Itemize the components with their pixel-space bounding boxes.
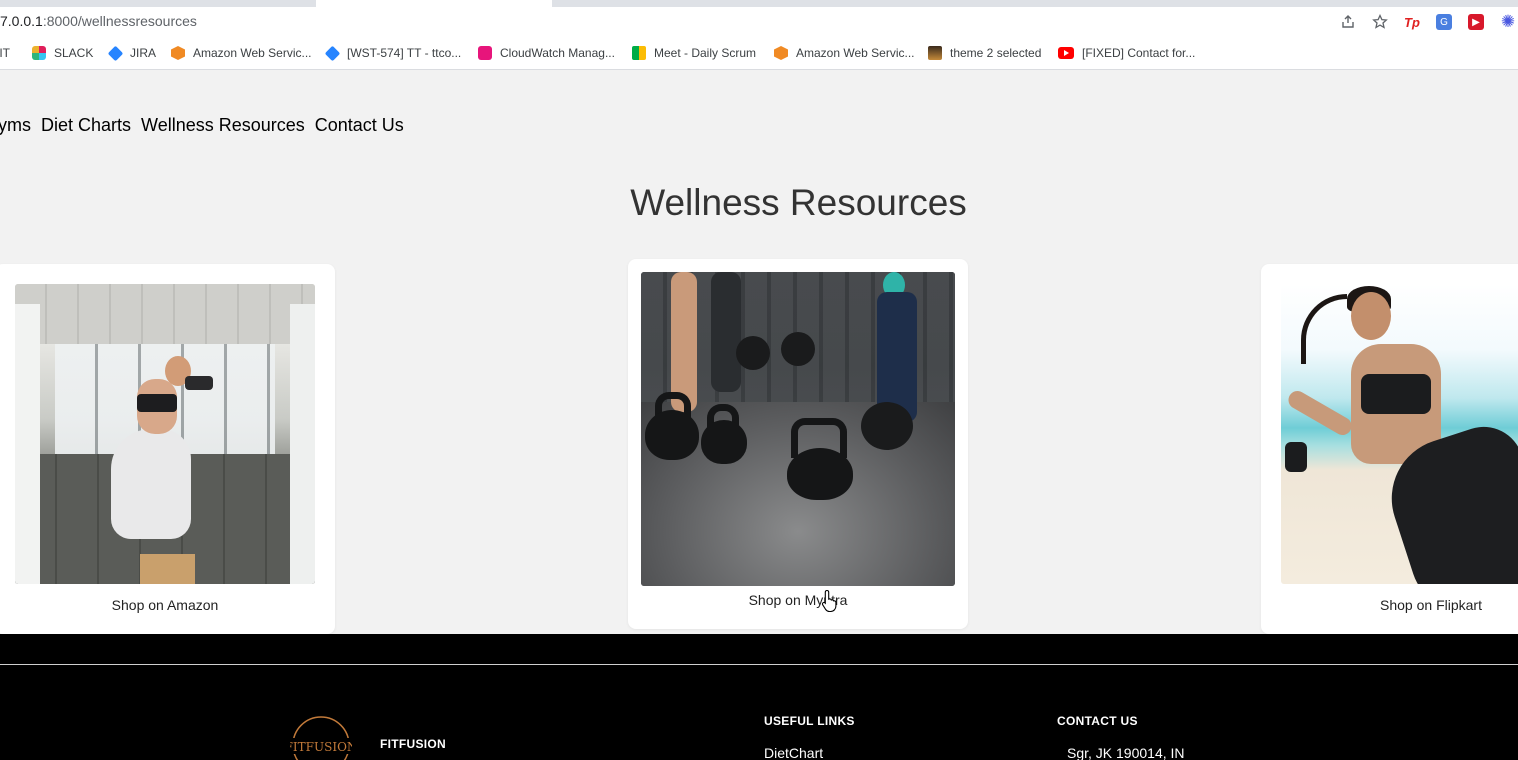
tp-extension-icon[interactable]: Tp [1402, 12, 1422, 32]
hand-cursor-icon [821, 589, 837, 613]
cloudwatch-icon [478, 46, 492, 60]
svg-text:FITFUSION: FITFUSION [290, 740, 352, 754]
gym-squat-image [15, 284, 315, 584]
useful-links-heading: USEFUL LINKS [764, 714, 855, 728]
nav-gyms[interactable]: yms [0, 115, 31, 136]
jira-icon [324, 45, 341, 61]
tab-strip [0, 0, 1518, 7]
footer-brand: FITFUSION [380, 737, 447, 751]
bookmark-aws-2[interactable]: Amazon Web Servic... [774, 45, 915, 61]
nav-diet-charts[interactable]: Diet Charts [41, 115, 131, 136]
card-caption-amazon[interactable]: Shop on Amazon [0, 597, 335, 613]
bookmark-aws-1[interactable]: Amazon Web Servic... [171, 45, 312, 61]
slack-icon [32, 46, 46, 60]
footer-link-dietchart[interactable]: DietChart [764, 745, 823, 760]
contact-us-heading: CONTACT US [1057, 714, 1138, 728]
jira-icon [107, 45, 124, 61]
bookmark-meet[interactable]: Meet - Daily Scrum [632, 45, 756, 61]
aws-icon [171, 46, 185, 60]
theme-icon [928, 46, 942, 60]
footer-divider [0, 664, 1518, 665]
youtube-icon [1058, 47, 1074, 59]
active-tab[interactable] [316, 0, 552, 7]
card-caption-myntra[interactable]: Shop on Myntra [628, 592, 968, 608]
bookmark-cloudwatch[interactable]: CloudWatch Manag... [478, 45, 615, 61]
main-nav: yms Diet Charts Wellness Resources Conta… [0, 115, 414, 136]
bookmark-star-icon[interactable] [1370, 12, 1390, 32]
beach-kick-image [1281, 284, 1518, 584]
fitfusion-logo: FITFUSION [290, 716, 352, 760]
google-meet-icon [632, 46, 646, 60]
aws-icon [774, 46, 788, 60]
share-icon[interactable] [1338, 12, 1358, 32]
page-title: Wellness Resources [630, 182, 967, 223]
translate-extension-icon[interactable]: G [1434, 12, 1454, 32]
bookmarks-bar: GIT SLACK JIRA Amazon Web Servic... [WST… [0, 37, 1518, 70]
bookmark-fixed-contact[interactable]: [FIXED] Contact for... [1058, 45, 1195, 61]
nav-contact-us[interactable]: Contact Us [315, 115, 404, 136]
resource-card-flipkart[interactable]: Shop on Flipkart [1261, 264, 1518, 634]
kettlebells-image [641, 272, 955, 586]
contact-address: Sgr, JK 190014, IN [1067, 745, 1185, 760]
address-bar[interactable]: 7.0.0.1:8000/wellnessresources [0, 13, 197, 29]
resource-card-myntra[interactable]: Shop on Myntra [628, 259, 968, 629]
resource-card-amazon[interactable]: Shop on Amazon [0, 264, 335, 634]
url-host: 7.0.0.1 [0, 13, 43, 29]
red-extension-icon[interactable]: ▶ [1466, 12, 1486, 32]
bookmark-wst-574[interactable]: [WST-574] TT - ttco... [324, 45, 461, 61]
nav-wellness-resources[interactable]: Wellness Resources [141, 115, 305, 136]
bookmark-theme[interactable]: theme 2 selected [928, 45, 1041, 61]
url-path: :8000/wellnessresources [42, 13, 197, 29]
site-footer: FITFUSION FITFUSION USEFUL LINKS DietCha… [0, 634, 1518, 760]
bookmark-jira[interactable]: JIRA [107, 45, 156, 61]
gear-extension-icon[interactable]: ✺ [1498, 12, 1518, 32]
browser-toolbar: 7.0.0.1:8000/wellnessresources Tp G ▶ ✺ [0, 7, 1518, 37]
card-caption-flipkart[interactable]: Shop on Flipkart [1301, 597, 1518, 613]
bookmark-git[interactable]: GIT [0, 45, 10, 61]
bookmark-slack[interactable]: SLACK [32, 45, 93, 61]
